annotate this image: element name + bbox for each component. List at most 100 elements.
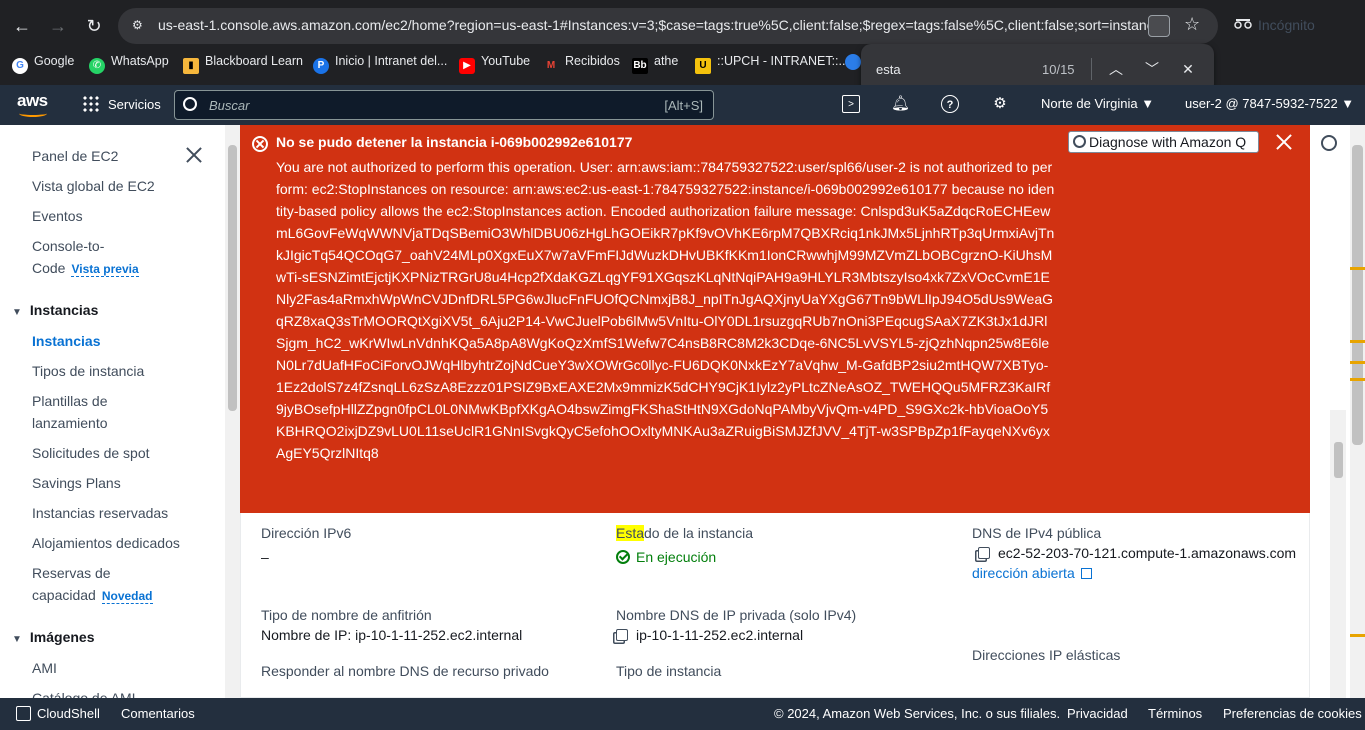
url-text[interactable]: us-east-1.console.aws.amazon.com/ec2/hom… [158, 17, 1148, 33]
settings-icon[interactable]: ⚙ [991, 95, 1009, 113]
find-next-icon[interactable]: ﹀ [1141, 58, 1163, 80]
intranet-icon: P [313, 58, 329, 74]
amazon-q-icon [1073, 135, 1086, 148]
find-match-marker [1350, 267, 1365, 270]
aws-top-nav: aws Servicios Buscar [Alt+S] > 🔔︎ ? ⚙ No… [0, 85, 1365, 125]
account-menu[interactable]: user-2 @ 7847-5932-7522 ▼ [1185, 96, 1354, 111]
sidebar-item-capacity-reservations[interactable]: Reservas de [32, 562, 111, 584]
close-icon[interactable] [186, 147, 202, 163]
grid-icon [82, 95, 100, 113]
details-scroll-thumb[interactable] [1334, 442, 1343, 478]
bookmark-athe[interactable]: Bb athe [632, 54, 678, 74]
public-dns-label: DNS de IPv4 pública [972, 525, 1102, 541]
bookmark-google[interactable]: G Google [12, 54, 74, 74]
section-instances[interactable]: ▼ Instancias [12, 302, 98, 318]
region-selector[interactable]: Norte de Virginia ▼ [1041, 96, 1154, 111]
sidebar-scrollbar[interactable] [225, 125, 240, 698]
page-scrollbar[interactable] [1350, 125, 1365, 698]
caret-down-icon: ▼ [12, 634, 22, 645]
sidebar-item-savings-plans[interactable]: Savings Plans [32, 472, 121, 494]
instance-type-label: Tipo de instancia [616, 663, 722, 679]
error-title: No se pudo detener la instancia i-069b00… [276, 134, 633, 150]
preview-badge[interactable]: Vista previa [71, 262, 139, 277]
sidebar: Panel de EC2 Vista global de EC2 Eventos… [0, 125, 225, 698]
whatsapp-icon: ✆ [89, 58, 105, 74]
sidebar-item-ami[interactable]: AMI [32, 657, 57, 679]
sidebar-item-ami-catalog[interactable]: Catálogo de AMI [32, 687, 136, 698]
external-link-icon [1080, 568, 1092, 579]
cloudshell-icon [16, 706, 31, 721]
sidebar-scroll-thumb[interactable] [228, 145, 237, 411]
hostname-type-value: Nombre de IP: ip-10-1-11-252.ec2.interna… [261, 627, 523, 643]
sidebar-item-spot-requests[interactable]: Solicitudes de spot [32, 442, 150, 464]
bookmark-youtube[interactable]: ▶ YouTube [459, 54, 530, 74]
incognito-indicator[interactable]: Incógnito [1226, 10, 1350, 42]
terms-link[interactable]: Términos [1148, 706, 1202, 721]
incognito-icon [1234, 19, 1252, 29]
bookmark-extra-icon [845, 54, 861, 70]
section-images[interactable]: ▼ Imágenes [12, 629, 95, 645]
bookmark-whatsapp[interactable]: ✆ WhatsApp [89, 54, 169, 74]
search-input[interactable]: Buscar [Alt+S] [174, 90, 714, 120]
bb-icon: Bb [632, 58, 648, 74]
find-match-marker [1350, 340, 1365, 343]
error-icon [252, 136, 268, 152]
find-input[interactable]: esta [876, 62, 901, 77]
lens-icon[interactable] [1148, 15, 1170, 37]
bookmark-star-icon[interactable]: ☆ [1184, 14, 1200, 35]
cloudshell-icon[interactable]: > [842, 95, 860, 113]
dismiss-error-icon[interactable] [1276, 134, 1292, 150]
sidebar-item-console-to-code[interactable]: Console-to- [32, 235, 104, 257]
incognito-label: Incógnito [1258, 17, 1315, 33]
sidebar-item-instance-types[interactable]: Tipos de instancia [32, 360, 144, 382]
aws-logo[interactable]: aws [17, 91, 51, 117]
address-bar[interactable]: ⚙ us-east-1.console.aws.amazon.com/ec2/h… [118, 8, 1218, 44]
sidebar-item-reserved-instances[interactable]: Instancias reservadas [32, 502, 168, 524]
google-icon: G [12, 58, 28, 74]
site-info-icon[interactable]: ⚙ [132, 18, 148, 34]
diagnose-button[interactable]: Diagnose with Amazon Q [1068, 131, 1259, 153]
bookmark-gmail[interactable]: M Recibidos [543, 54, 620, 74]
cloudshell-button[interactable]: CloudShell [16, 706, 100, 721]
find-match-marker [1350, 378, 1365, 381]
details-scrollbar[interactable] [1330, 410, 1346, 698]
error-flashbar: No se pudo detener la instancia i-069b00… [240, 125, 1310, 513]
status-badge: En ejecución [616, 549, 946, 565]
respond-dns-label: Responder al nombre DNS de recurso priva… [261, 663, 549, 679]
open-address-link[interactable]: dirección abierta [972, 565, 1312, 581]
public-dns-value[interactable]: ec2-52-203-70-121.compute-1.amazonaws.co… [972, 545, 1312, 561]
bookmark-blackboard[interactable]: ▮ Blackboard Learn [183, 54, 303, 74]
sidebar-item-launch-templates[interactable]: Plantillas de [32, 390, 108, 412]
help-icon[interactable]: ? [941, 95, 959, 113]
find-match-marker [1350, 634, 1365, 637]
details-col-1: Dirección IPv6 – Tipo de nombre de anfit… [261, 525, 591, 679]
copy-icon[interactable] [978, 547, 990, 559]
feedback-link[interactable]: Comentarios [121, 706, 195, 721]
forward-icon[interactable]: → [46, 14, 70, 38]
page-scroll-thumb[interactable] [1352, 145, 1363, 445]
sidebar-item-dedicated-hosts[interactable]: Alojamientos dedicados [32, 532, 180, 554]
find-previous-icon[interactable]: ︿ [1105, 58, 1127, 80]
reload-icon[interactable]: ↻ [82, 14, 106, 38]
preferences-icon[interactable] [1321, 135, 1337, 151]
copy-icon[interactable] [616, 629, 628, 641]
blackboard-icon: ▮ [183, 58, 199, 74]
sidebar-item-global-view[interactable]: Vista global de EC2 [32, 175, 155, 197]
new-badge[interactable]: Novedad [101, 589, 153, 604]
notifications-icon[interactable]: 🔔︎ [891, 95, 910, 113]
cookie-preferences-link[interactable]: Preferencias de cookies [1223, 706, 1362, 721]
find-close-icon[interactable]: ✕ [1177, 58, 1199, 80]
sidebar-item-launch-templates-line2[interactable]: lanzamiento [32, 412, 108, 434]
ipv6-label: Dirección IPv6 [261, 525, 352, 541]
services-menu[interactable]: Servicios [82, 95, 161, 113]
sidebar-item-instances[interactable]: Instancias [32, 330, 100, 352]
sidebar-item-capacity-reservations-line2[interactable]: capacidad Novedad [32, 584, 153, 607]
sidebar-item-console-to-code-line2[interactable]: Code Vista previa [32, 257, 139, 280]
private-dns-value[interactable]: ip-10-1-11-252.ec2.internal [616, 627, 946, 643]
sidebar-item-dashboard[interactable]: Panel de EC2 [32, 145, 118, 167]
back-icon[interactable]: ← [10, 14, 34, 38]
sidebar-item-events[interactable]: Eventos [32, 205, 83, 227]
bookmark-intranet[interactable]: P Inicio | Intranet del... [313, 54, 447, 74]
privacy-link[interactable]: Privacidad [1067, 706, 1128, 721]
bookmark-upch[interactable]: U::UPCH - INTRANET::... [695, 54, 849, 74]
